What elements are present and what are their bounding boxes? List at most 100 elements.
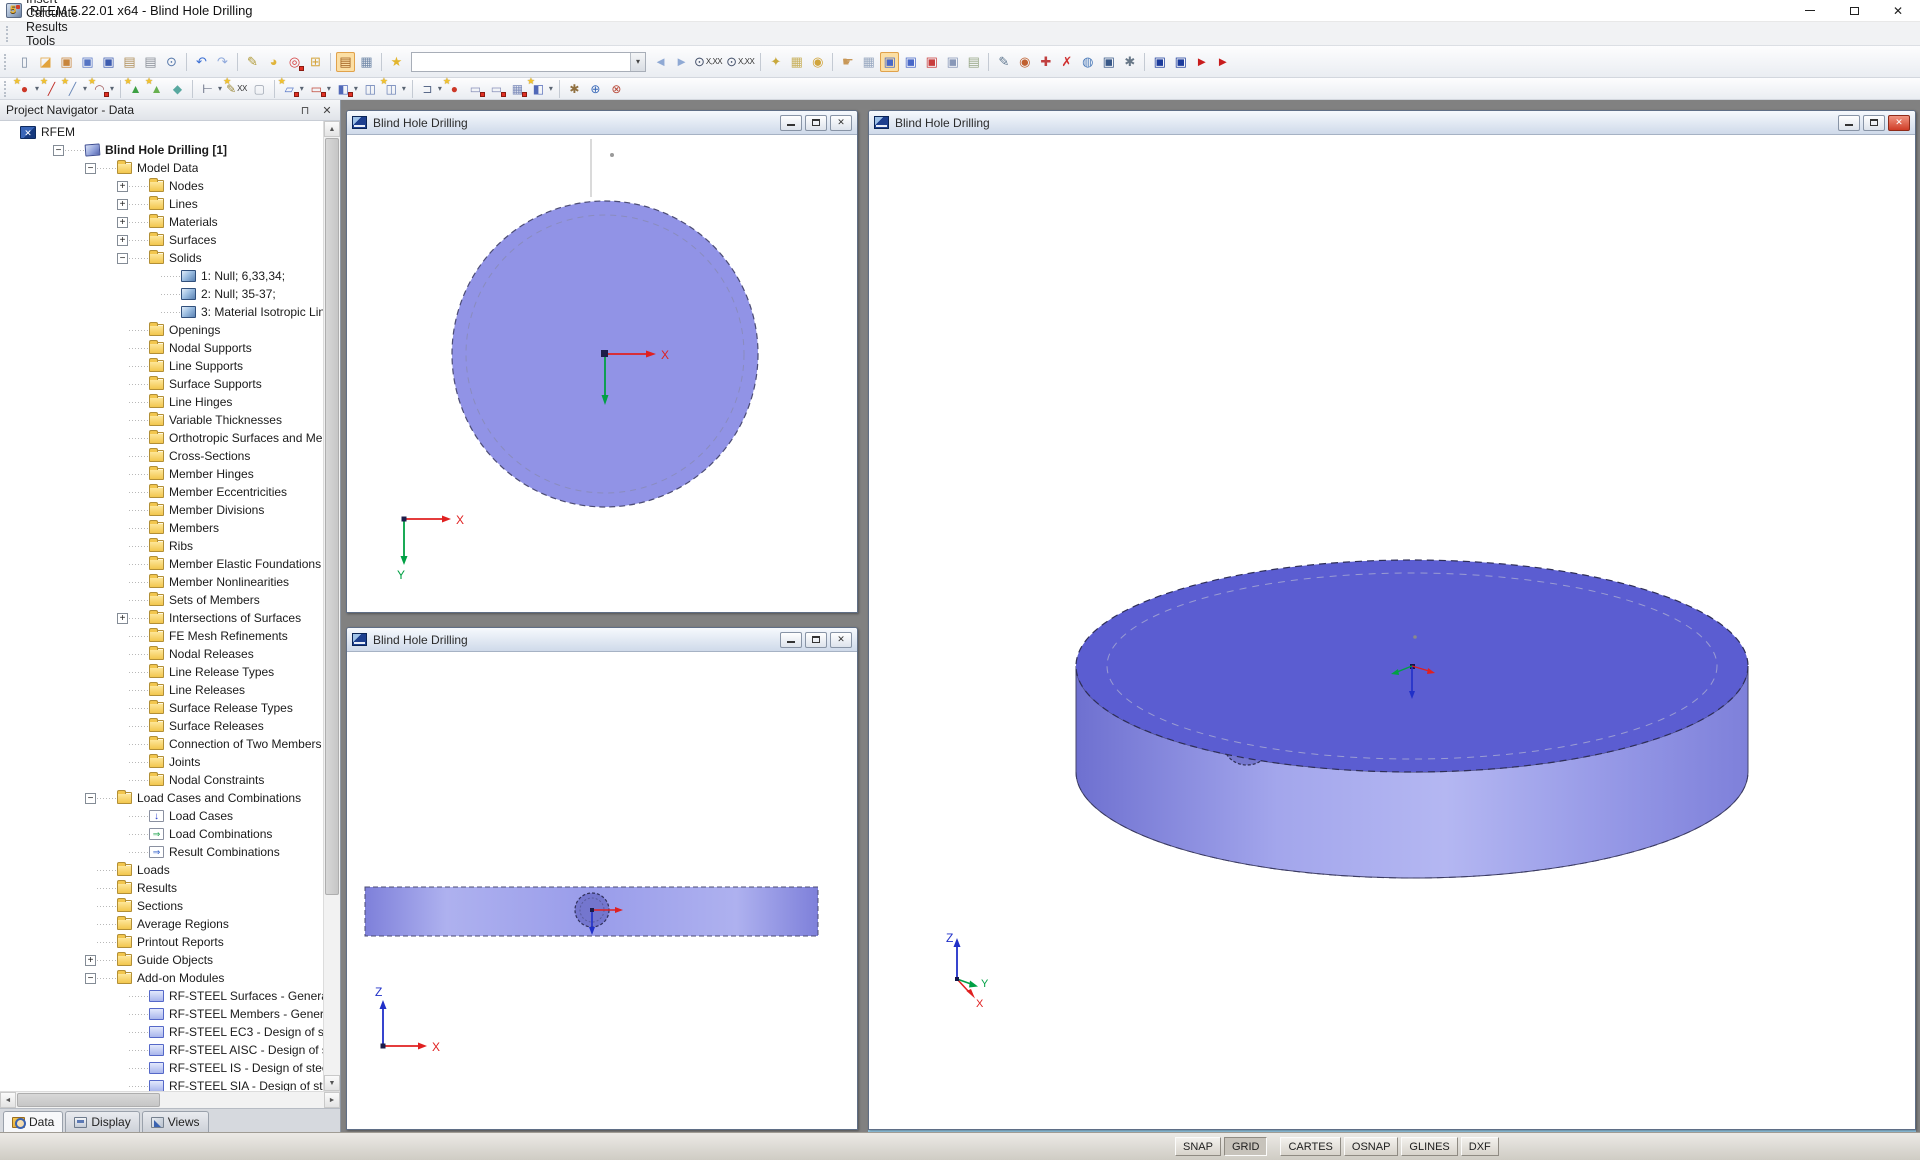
new-polyline-icon[interactable]: ◠★	[90, 80, 109, 98]
tree-item[interactable]: Joints	[0, 753, 323, 771]
view-selector-combobox[interactable]: ▾	[411, 52, 646, 72]
tree-item[interactable]: Printout Reports	[0, 933, 323, 951]
minimize-button[interactable]	[1788, 0, 1832, 21]
child-minimize-button[interactable]	[1838, 115, 1860, 131]
new-block-star-icon[interactable]: ◫★	[382, 80, 401, 98]
tree-item[interactable]: −Blind Hole Drilling [1]	[0, 141, 323, 159]
new-surface-icon[interactable]: ▱★	[280, 80, 299, 98]
toolbar-grip[interactable]	[4, 81, 8, 97]
tree-expander-icon[interactable]: −	[85, 163, 96, 174]
new-dimension-icon[interactable]: ⊢	[198, 80, 217, 98]
open-folder-icon[interactable]: ◪	[36, 52, 55, 72]
new-block-menu-icon[interactable]: ▾	[402, 84, 406, 93]
status-toggle-snap[interactable]: SNAP	[1175, 1137, 1221, 1156]
render-view-icon[interactable]: ▣	[1099, 52, 1118, 72]
tree-expander-icon[interactable]: +	[117, 235, 128, 246]
export-pdf-icon[interactable]: ►	[1192, 52, 1211, 72]
selection-marquee-icon[interactable]: ▢	[250, 80, 269, 98]
tree-item[interactable]: Variable Thicknesses	[0, 411, 323, 429]
new-opening-menu-icon[interactable]: ▾	[327, 84, 331, 93]
zoom-delete-icon[interactable]: ⊗	[607, 80, 626, 98]
redo-icon[interactable]: ↷	[213, 52, 232, 72]
scroll-down-icon[interactable]: ▼	[324, 1075, 340, 1091]
save-icon[interactable]: ▣	[99, 52, 118, 72]
scroll-up-icon[interactable]: ▲	[324, 121, 340, 137]
tree-item[interactable]: Result Combinations	[0, 843, 323, 861]
new-opening-icon[interactable]: ▭	[307, 80, 326, 98]
new-dimension-menu-icon[interactable]: ▾	[218, 84, 222, 93]
tree-item[interactable]: Sets of Members	[0, 591, 323, 609]
status-toggle-cartes[interactable]: CARTES	[1280, 1137, 1340, 1156]
tree-item[interactable]: Nodal Constraints	[0, 771, 323, 789]
tree-item[interactable]: Load Combinations	[0, 825, 323, 843]
edit-frame-2-icon[interactable]: ▭	[487, 80, 506, 98]
new-line-icon[interactable]: ╱★	[42, 80, 61, 98]
archive-blue-icon[interactable]: ▣	[78, 52, 97, 72]
new-solid-icon[interactable]: ◧	[334, 80, 353, 98]
tree-expander-icon[interactable]: +	[117, 217, 128, 228]
archive-orange-icon[interactable]: ▣	[57, 52, 76, 72]
status-toggle-grid[interactable]: GRID	[1224, 1137, 1268, 1156]
new-surface-support-icon[interactable]: ◆	[168, 80, 187, 98]
select-special-icon[interactable]: ▣	[922, 52, 941, 72]
extrude-solid-menu-icon[interactable]: ▾	[549, 84, 553, 93]
scroll-right-icon[interactable]: ►	[324, 1092, 340, 1108]
edit-generator-icon[interactable]: ◕	[264, 52, 283, 72]
tree-item[interactable]: RFEM	[0, 123, 323, 141]
tree-item[interactable]: Surface Releases	[0, 717, 323, 735]
edit-frame-3-icon[interactable]: ▦	[508, 80, 527, 98]
zoom-in-icon[interactable]: ⊕	[586, 80, 605, 98]
print-pdf-icon[interactable]: ►	[1213, 52, 1232, 72]
tree-item[interactable]: Sections	[0, 897, 323, 915]
new-member-icon[interactable]: ╱★	[63, 80, 82, 98]
clipboard-icon[interactable]: ▤	[120, 52, 139, 72]
visual-object-icon[interactable]: ✱	[565, 80, 584, 98]
tree-expander-icon[interactable]: −	[85, 793, 96, 804]
nav-forward-icon[interactable]: ►	[672, 52, 691, 72]
tree-expander-icon[interactable]: −	[53, 145, 64, 156]
viewport-top-view[interactable]: X X Y	[347, 135, 857, 612]
tree-item[interactable]: Line Release Types	[0, 663, 323, 681]
tree-item[interactable]: −Model Data	[0, 159, 323, 177]
module-window-1-icon[interactable]: ▣	[1150, 52, 1169, 72]
close-panel-icon[interactable]: ✕	[320, 104, 334, 117]
connect-members-icon[interactable]: ⊐	[418, 80, 437, 98]
tree-item[interactable]: +Surfaces	[0, 231, 323, 249]
new-member-menu-icon[interactable]: ▾	[83, 84, 87, 93]
pan-hand-icon[interactable]: ☛	[838, 52, 857, 72]
tree-item[interactable]: Line Supports	[0, 357, 323, 375]
menu-calculate[interactable]: Calculate	[16, 6, 127, 20]
table-grid-icon[interactable]: ▦	[357, 52, 376, 72]
tree-item[interactable]: Ribs	[0, 537, 323, 555]
print-icon[interactable]: ▤	[141, 52, 160, 72]
new-window-icon[interactable]: ⊞	[306, 52, 325, 72]
select-solid-mode-icon[interactable]: ▣	[880, 52, 899, 72]
tree-item[interactable]: RF-STEEL EC3 - Design of steel members a…	[0, 1023, 323, 1041]
viewport-isometric-view[interactable]: Z Y X	[869, 135, 1915, 1129]
tree-item[interactable]: −Load Cases and Combinations	[0, 789, 323, 807]
scroll-thumb[interactable]	[17, 1093, 160, 1107]
tree-expander-icon[interactable]: +	[117, 181, 128, 192]
tree-item[interactable]: Nodal Releases	[0, 645, 323, 663]
maximize-button[interactable]	[1832, 0, 1876, 21]
select-surface-mode-icon[interactable]: ▣	[901, 52, 920, 72]
tree-item[interactable]: RF-STEEL SIA - Design of steel members a…	[0, 1077, 323, 1091]
tree-expander-icon[interactable]: +	[117, 199, 128, 210]
tree-item[interactable]: RF-STEEL Surfaces - General stress analy…	[0, 987, 323, 1005]
new-node-menu-icon[interactable]: ▾	[35, 84, 39, 93]
undo-icon[interactable]: ↶	[192, 52, 211, 72]
tree-item[interactable]: Nodal Supports	[0, 339, 323, 357]
view-window-front[interactable]: Blind Hole Drilling ✕	[346, 627, 858, 1130]
tree-item[interactable]: Member Eccentricities	[0, 483, 323, 501]
group-objects-icon[interactable]: ▣	[943, 52, 962, 72]
status-toggle-osnap[interactable]: OSNAP	[1344, 1137, 1399, 1156]
draw-pencil-icon[interactable]: ✎	[994, 52, 1013, 72]
child-title-bar[interactable]: Blind Hole Drilling ✕	[347, 628, 857, 652]
insert-object-icon[interactable]: ★	[387, 52, 406, 72]
connect-members-menu-icon[interactable]: ▾	[438, 84, 442, 93]
tree-item[interactable]: Line Releases	[0, 681, 323, 699]
new-line-support-icon[interactable]: ▲★	[147, 80, 166, 98]
child-title-bar[interactable]: Blind Hole Drilling ✕	[869, 111, 1915, 135]
tree-item[interactable]: RF-STEEL IS - Design of steel members ac…	[0, 1059, 323, 1077]
globe-settings-icon[interactable]: ◍	[1078, 52, 1097, 72]
